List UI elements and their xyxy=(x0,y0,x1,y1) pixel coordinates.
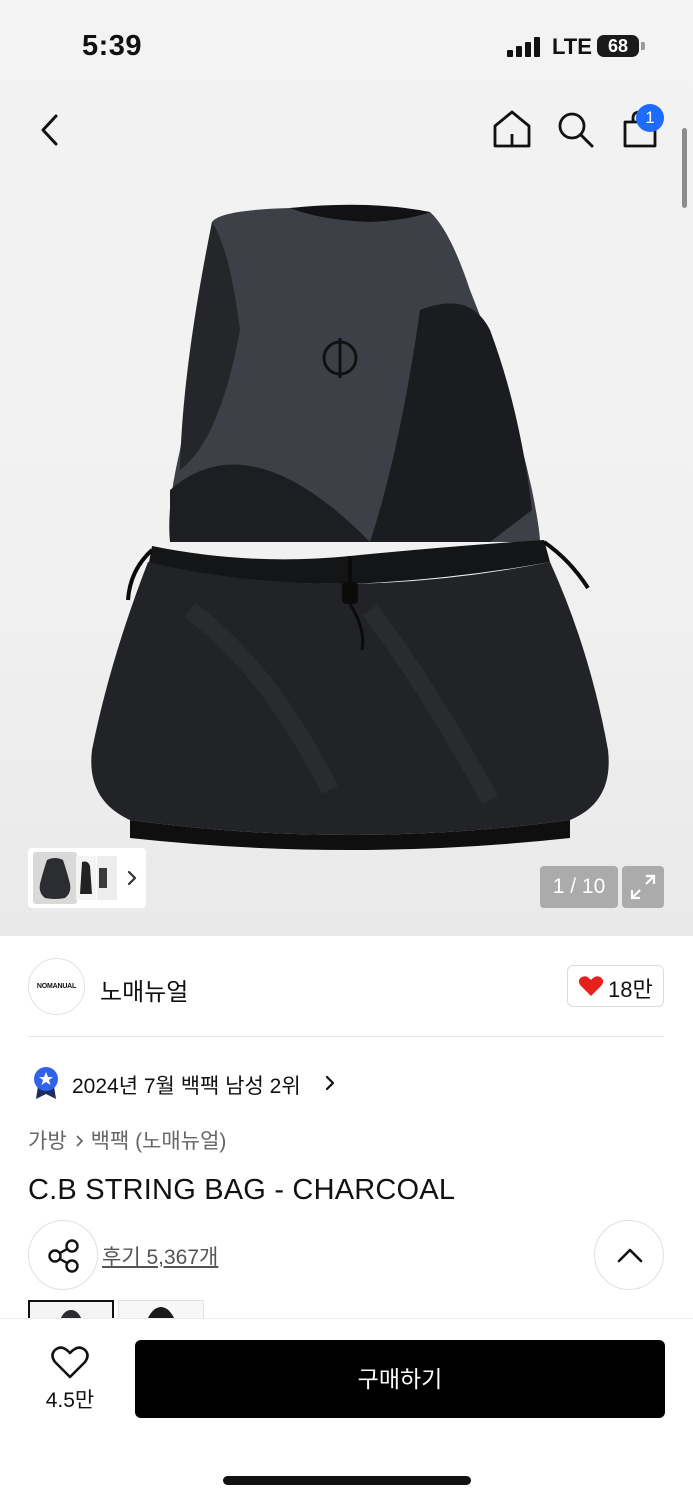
heart-filled-icon xyxy=(578,976,604,996)
breadcrumb-category[interactable]: 가방 xyxy=(28,1130,67,1153)
breadcrumb: 가방 백팩 (노매뉴얼) xyxy=(28,1125,226,1155)
chevron-right-icon[interactable] xyxy=(123,867,141,889)
chevron-left-icon[interactable] xyxy=(30,108,74,152)
thumbnail-1-image xyxy=(39,858,71,899)
image-counter: 1 / 10 xyxy=(540,866,618,908)
product-image xyxy=(91,204,609,850)
thumbnail-3[interactable] xyxy=(97,856,117,900)
status-time: 5:39 xyxy=(82,30,143,62)
cart-badge: 1 xyxy=(636,104,664,132)
ranking-text[interactable]: 2024년 7월 백팩 남성 2위 xyxy=(72,1070,301,1100)
thumbnail-2[interactable] xyxy=(76,856,96,900)
buy-button[interactable]: 구매하기 xyxy=(135,1340,665,1418)
breadcrumb-subcategory[interactable]: 백팩 (노매뉴얼) xyxy=(91,1130,227,1153)
heart-outline-icon[interactable] xyxy=(50,1344,90,1380)
status-bar: 5:39 LTE 68 xyxy=(0,0,693,92)
ranking-badge-icon xyxy=(34,1067,58,1099)
divider xyxy=(28,1036,664,1037)
search-icon[interactable] xyxy=(552,106,598,152)
reviews-link[interactable]: 후기 5,367개 xyxy=(102,1241,218,1271)
thumbnail-1[interactable] xyxy=(33,852,77,904)
expand-icon[interactable] xyxy=(622,866,664,908)
scroll-indicator xyxy=(682,128,687,208)
home-indicator xyxy=(223,1476,471,1485)
share-button[interactable] xyxy=(28,1220,98,1290)
chevron-up-icon xyxy=(617,1248,643,1263)
battery-icon: 68 xyxy=(597,35,639,57)
brand-like-count: 18만 xyxy=(608,977,653,1002)
home-icon[interactable] xyxy=(489,106,535,152)
option-thumbnail-2[interactable] xyxy=(118,1300,204,1320)
signal-icon xyxy=(507,37,540,57)
chevron-right-icon[interactable] xyxy=(323,1073,337,1093)
share-icon xyxy=(48,1239,79,1273)
wish-count: 4.5만 xyxy=(45,1389,95,1412)
chevron-right-icon xyxy=(76,1135,83,1147)
brand-name[interactable]: 노매뉴얼 xyxy=(100,972,188,1007)
brand-logo[interactable]: NOMANUAL xyxy=(28,958,85,1015)
option-thumbnail-1[interactable] xyxy=(28,1300,114,1320)
network-label: LTE xyxy=(552,34,592,59)
product-title: C.B STRING BAG - CHARCOAL xyxy=(28,1174,456,1206)
battery-tip xyxy=(641,42,645,50)
scroll-to-top-button[interactable] xyxy=(594,1220,664,1290)
